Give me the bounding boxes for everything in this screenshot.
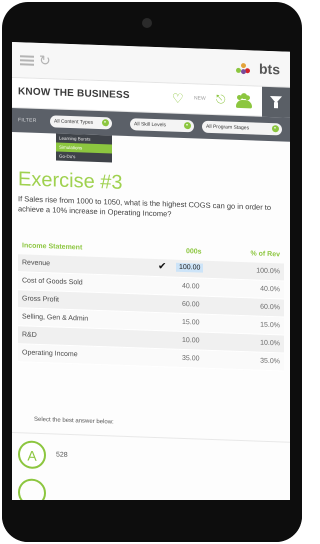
row-pct: 60.0% — [260, 303, 280, 312]
funnel-stem — [274, 102, 278, 109]
column-header-000s: 000s — [186, 248, 202, 256]
answer-circle: A — [18, 440, 46, 470]
row-value-input[interactable]: 100.00 — [176, 262, 204, 273]
hamburger-icon[interactable] — [20, 55, 34, 66]
skill-level-select[interactable]: All Skill Levels — [130, 118, 194, 133]
row-pct: 100.0% — [256, 267, 280, 276]
row-pct: 40.0% — [260, 285, 280, 294]
row-label: Gross Profit — [22, 295, 59, 304]
row-pct: 15.0% — [260, 321, 280, 330]
row-label: Selling, Gen & Admin — [22, 313, 89, 323]
filter-toggle-button[interactable] — [262, 86, 290, 118]
content-type-value: All Content Types — [54, 118, 94, 126]
people-icon[interactable] — [236, 92, 252, 109]
answer-option-a[interactable]: A 528 — [18, 440, 284, 479]
content-type-dropdown: Learning Bursts Simulations Go-Do's — [56, 133, 112, 163]
table-body: Revenue ✔ 100.00 100.0% Cost of Goods So… — [18, 254, 284, 372]
brand-name: bts — [259, 60, 280, 78]
new-label: NEW — [194, 95, 206, 102]
brand-dot — [241, 68, 246, 75]
chevron-down-icon — [184, 122, 191, 130]
brand-dot — [241, 62, 246, 69]
column-header-income-statement: Income Statement — [22, 242, 83, 252]
program-stage-select[interactable]: All Program Stages — [202, 120, 282, 136]
phone-bottom-bezel — [2, 500, 302, 542]
income-statement-table: Income Statement 000s % of Rev Revenue ✔… — [18, 238, 284, 372]
refresh-icon[interactable]: ↻ — [39, 52, 51, 69]
column-header-pct-rev: % of Rev — [250, 250, 280, 259]
content-type-select[interactable]: All Content Types — [50, 115, 112, 130]
page-title: KNOW THE BUSINESS — [18, 86, 130, 102]
app-screen: ↻ bts KNOW THE BUSINESS ♡ NEW ⎋ FILTER A… — [12, 42, 290, 522]
program-stage-value: All Program Stages — [206, 123, 250, 132]
answer-letter: A — [27, 447, 37, 464]
people-body — [236, 99, 252, 109]
people-head-center — [241, 92, 247, 100]
dropdown-item-go-dos[interactable]: Go-Do's — [56, 152, 112, 163]
row-value[interactable]: 15.00 — [182, 319, 200, 327]
filter-label: FILTER — [18, 117, 37, 124]
skill-level-value: All Skill Levels — [134, 121, 166, 129]
chevron-down-icon — [272, 125, 279, 133]
chevron-down-icon — [102, 119, 109, 127]
camera — [142, 18, 152, 28]
question-text: If Sales rise from 1000 to 1050, what is… — [18, 194, 272, 219]
row-label: Operating Income — [22, 349, 78, 359]
row-pct: 35.0% — [260, 357, 280, 366]
answer-prompt: Select the best answer below: — [34, 416, 114, 426]
row-value[interactable]: 10.00 — [182, 337, 200, 345]
row-value[interactable]: 40.00 — [182, 283, 200, 291]
row-pct: 10.0% — [260, 339, 280, 348]
row-value[interactable]: 60.00 — [182, 301, 200, 309]
check-icon: ✔ — [158, 261, 167, 273]
brand-dots-icon — [236, 62, 250, 75]
tag-icon[interactable]: ⎋ — [216, 92, 226, 107]
row-label: Revenue — [22, 259, 51, 268]
answer-text: 528 — [56, 451, 68, 459]
row-label: R&D — [22, 331, 37, 339]
row-label: Cost of Goods Sold — [22, 277, 83, 287]
row-value[interactable]: 35.00 — [182, 355, 200, 363]
heart-icon[interactable]: ♡ — [172, 91, 184, 107]
exercise-title: Exercise #3 — [18, 168, 123, 194]
